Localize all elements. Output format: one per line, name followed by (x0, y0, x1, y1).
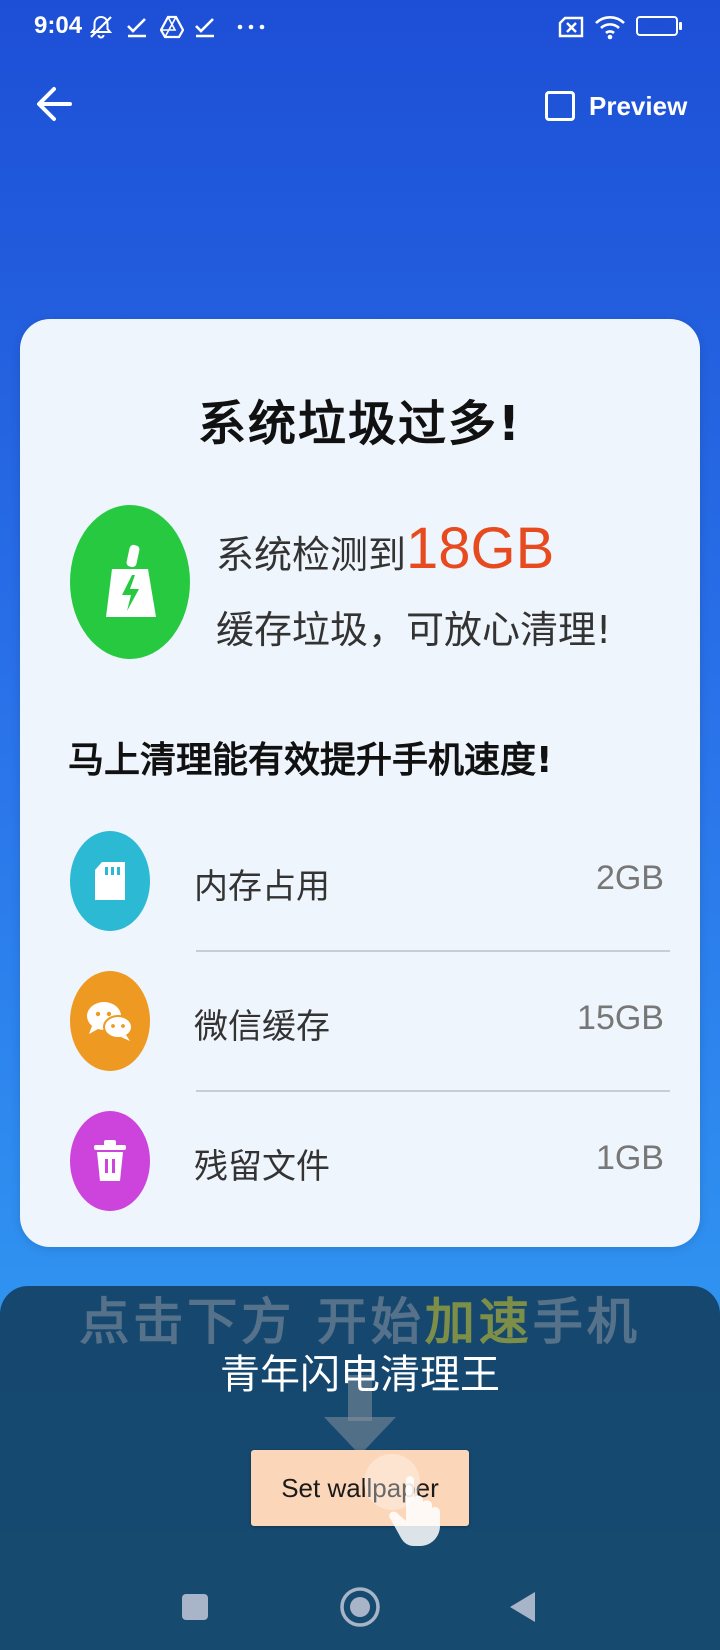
check-icon (127, 18, 146, 38)
detect-amount: 18GB (406, 516, 555, 581)
row-label: 残留文件 (194, 1147, 330, 1187)
preview-toggle[interactable]: Preview (545, 87, 687, 125)
row-value: 1GB (595, 1139, 664, 1177)
battery-icon: 89 (636, 16, 678, 36)
recents-button[interactable] (170, 1582, 220, 1632)
more-dots-icon (237, 24, 265, 30)
row-value: 15GB (577, 999, 664, 1037)
row-label: 内存占用 (194, 867, 330, 907)
sim-off-icon (558, 16, 584, 38)
row-label: 微信缓存 (194, 1007, 330, 1047)
divider (196, 1090, 670, 1092)
square-icon (182, 1594, 208, 1620)
arrow-left-icon (37, 87, 72, 121)
check-icon (195, 18, 214, 38)
battery-cap (679, 22, 682, 30)
wechat-badge (70, 971, 150, 1071)
back-nav-button[interactable] (498, 1582, 548, 1632)
preview-label: Preview (589, 90, 688, 121)
status-bar: 9:04 89 (0, 0, 720, 56)
detect-prefix: 系统检测到 (216, 533, 407, 577)
home-button[interactable] (335, 1582, 385, 1632)
wifi-icon (595, 16, 625, 40)
wallpaper-card: 系统垃圾过多! 系统检测到18GB 缓存垃圾，可放心清理! 马上清理能有效提升手… (20, 319, 700, 1247)
trash-badge (70, 1111, 150, 1211)
triangle-back-icon (510, 1592, 535, 1622)
card-title: 系统垃圾过多! (198, 396, 522, 452)
row-value: 2GB (595, 859, 664, 897)
navigation-bar (0, 1560, 720, 1650)
list-item: 残留文件 1GB (20, 1111, 700, 1211)
divider (196, 950, 670, 952)
broom-badge (70, 505, 190, 659)
pointer-hand-icon (364, 1454, 440, 1546)
circle-icon (340, 1587, 380, 1627)
detect-line: 系统检测到18GB (216, 515, 554, 582)
list-item: 内存占用 2GB (20, 831, 700, 931)
notifications-off-icon (89, 15, 113, 39)
wechat-icon (87, 1002, 133, 1041)
app-name: 青年闪电清理王 (220, 1352, 500, 1398)
card-subtitle: 马上清理能有效提升手机速度! (68, 740, 553, 781)
list-item: 微信缓存 15GB (20, 971, 700, 1071)
sd-card-badge (70, 831, 150, 931)
sd-card-icon (95, 862, 125, 900)
broom-icon (106, 544, 156, 617)
battery-percent: 89 (649, 17, 665, 32)
status-time: 9:04 (34, 12, 83, 39)
preview-checkbox[interactable] (545, 91, 575, 121)
detect-line2: 缓存垃圾，可放心清理! (216, 608, 612, 652)
drive-icon (160, 15, 184, 39)
back-button[interactable] (32, 82, 84, 126)
trash-icon (94, 1140, 126, 1181)
